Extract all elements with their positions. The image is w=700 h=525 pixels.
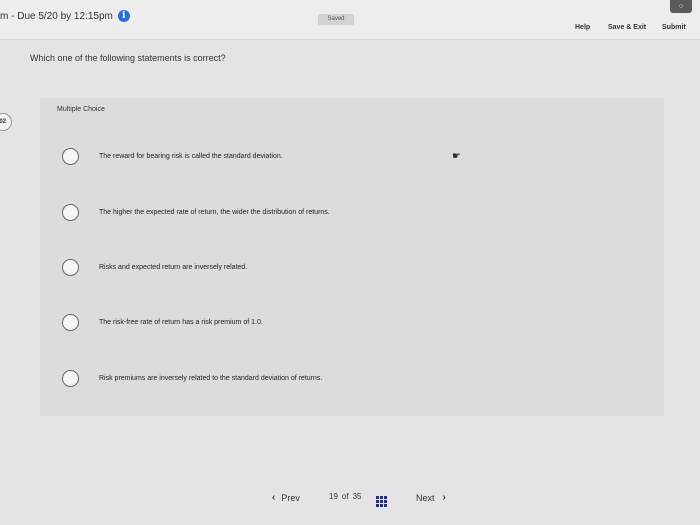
answer-option-4[interactable]: The risk-free rate of return has a risk …	[62, 314, 263, 331]
help-button[interactable]: Help	[575, 24, 590, 31]
answer-option-1[interactable]: The reward for bearing risk is called th…	[62, 148, 283, 165]
next-label: Next	[416, 492, 435, 503]
saved-status-badge: Saved	[318, 14, 354, 25]
radio-button[interactable]	[62, 148, 79, 165]
answer-option-text: Risks and expected return are inversely …	[99, 264, 248, 271]
answer-option-text: The risk-free rate of return has a risk …	[99, 319, 263, 326]
radio-button[interactable]	[62, 314, 79, 331]
chevron-left-icon: ‹	[272, 492, 276, 503]
answer-option-text: Risk premiums are inversely related to t…	[99, 375, 323, 382]
info-icon[interactable]: i	[117, 10, 130, 22]
answer-option-3[interactable]: Risks and expected return are inversely …	[62, 259, 247, 276]
answer-option-text: The reward for bearing risk is called th…	[99, 153, 283, 160]
question-text: Which one of the following statements is…	[30, 53, 226, 63]
answer-option-5[interactable]: Risk premiums are inversely related to t…	[62, 370, 322, 387]
total-pages: 35	[352, 492, 362, 501]
submit-button[interactable]: Submit	[662, 24, 686, 31]
hand-cursor-icon: ☛	[452, 151, 461, 162]
of-label: of	[341, 492, 349, 501]
next-button[interactable]: Next ›	[416, 492, 446, 503]
chevron-right-icon: ›	[442, 492, 446, 503]
answer-option-2[interactable]: The higher the expected rate of return, …	[62, 204, 330, 221]
prev-label: Prev	[281, 492, 300, 503]
question-panel	[40, 98, 664, 416]
radio-button[interactable]	[62, 259, 79, 276]
page-indicator: 19 of 35	[329, 492, 361, 501]
question-grid-icon[interactable]	[376, 496, 387, 507]
answer-option-text: The higher the expected rate of return, …	[99, 209, 330, 216]
save-exit-button[interactable]: Save & Exit	[608, 24, 646, 31]
radio-button[interactable]	[62, 204, 79, 221]
assignment-title: m - Due 5/20 by 12:15pm i	[0, 10, 130, 22]
assignment-title-text: m - Due 5/20 by 12:15pm	[0, 10, 113, 22]
question-type-label: Multiple Choice	[57, 106, 105, 113]
top-bar: m - Due 5/20 by 12:15pm i Saved Help Sav…	[0, 0, 700, 40]
current-page: 19	[329, 492, 338, 501]
radio-button[interactable]	[62, 370, 79, 387]
prev-button[interactable]: ‹ Prev	[272, 492, 300, 503]
settings-icon[interactable]: ○	[670, 0, 692, 13]
question-number-badge: 02	[0, 113, 12, 131]
